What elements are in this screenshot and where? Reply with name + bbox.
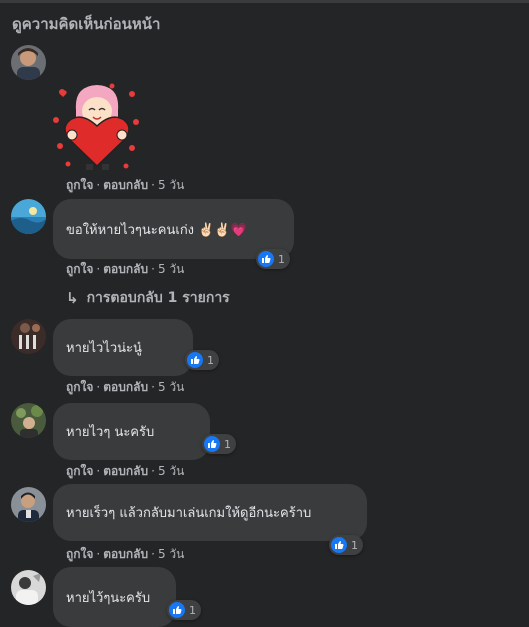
- avatar[interactable]: [11, 199, 46, 234]
- comment-text: หายไวๆ นะครับ: [66, 425, 155, 440]
- separator: ·: [96, 262, 101, 276]
- thumbs-up-icon: [187, 352, 203, 368]
- timestamp[interactable]: 5 วัน: [158, 262, 184, 276]
- like-action[interactable]: ถูกใจ: [66, 178, 93, 192]
- comment-bubble: หายไวๆ นะครับ: [53, 403, 210, 460]
- avatar[interactable]: [11, 319, 46, 354]
- thumbs-up-icon: [258, 251, 274, 267]
- reply-action[interactable]: ตอบกลับ: [103, 262, 148, 276]
- reaction-count[interactable]: 1: [202, 434, 236, 454]
- separator: ·: [151, 547, 155, 561]
- reaction-number: 1: [278, 252, 285, 266]
- reply-action[interactable]: ตอบกลับ: [103, 380, 148, 394]
- comment-text: หายไว้ๆนะครับ: [66, 590, 151, 606]
- separator: ·: [96, 464, 101, 478]
- comment-actions: ถูกใจ · ตอบกลับ · 5 วัน: [66, 545, 184, 564]
- reaction-count[interactable]: 1: [185, 350, 219, 370]
- thumbs-up-icon: [169, 602, 185, 618]
- separator: ·: [151, 464, 155, 478]
- reply-arrow-icon: ↳: [66, 289, 79, 307]
- avatar[interactable]: [11, 45, 46, 80]
- comment-text: ขอให้หายไวๆนะคนเก่ง ✌🏻✌🏻💗: [66, 222, 247, 238]
- comment-bubble: หายไว้ๆนะครับ: [53, 567, 176, 627]
- timestamp[interactable]: 5 วัน: [158, 380, 184, 394]
- comment-bubble: หายเร็วๆ แล้วกลับมาเล่นเกมให้ดูอีกนะคร้า…: [53, 484, 367, 541]
- reply-action[interactable]: ตอบกลับ: [103, 464, 148, 478]
- separator: ·: [96, 178, 101, 192]
- view-previous-comments-link[interactable]: ดูความคิดเห็นก่อนหน้า: [12, 12, 160, 36]
- comment-actions: ถูกใจ · ตอบกลับ · 5 วัน: [66, 378, 184, 397]
- avatar[interactable]: [11, 570, 46, 605]
- comment-bubble: ขอให้หายไวๆนะคนเก่ง ✌🏻✌🏻💗: [53, 199, 294, 259]
- comment-text: หายเร็วๆ แล้วกลับมาเล่นเกมให้ดูอีกนะคร้า…: [66, 506, 312, 521]
- reaction-number: 1: [351, 538, 358, 552]
- thumbs-up-icon: [204, 436, 220, 452]
- timestamp[interactable]: 5 วัน: [158, 464, 184, 478]
- separator: ·: [96, 380, 101, 394]
- timestamp[interactable]: 5 วัน: [158, 547, 184, 561]
- comment-actions: ถูกใจ · ตอบกลับ · 5 วัน: [66, 260, 184, 279]
- separator: ·: [151, 262, 155, 276]
- top-divider: [0, 0, 529, 3]
- reaction-count[interactable]: 1: [256, 249, 290, 269]
- timestamp[interactable]: 5 วัน: [158, 178, 184, 192]
- replies-label: การตอบกลับ 1 รายการ: [86, 290, 230, 306]
- thumbs-up-icon: [331, 537, 347, 553]
- like-action[interactable]: ถูกใจ: [66, 380, 93, 394]
- comment-actions: ถูกใจ · ตอบกลับ · 5 วัน: [66, 176, 184, 195]
- comment-bubble: หายไวไวน่ะนู๋: [53, 319, 193, 376]
- avatar[interactable]: [11, 403, 46, 438]
- reply-action[interactable]: ตอบกลับ: [103, 178, 148, 192]
- reply-action[interactable]: ตอบกลับ: [103, 547, 148, 561]
- comment-actions: ถูกใจ · ตอบกลับ · 5 วัน: [66, 462, 184, 481]
- reaction-number: 1: [224, 437, 231, 451]
- sticker-heart-girl: [52, 80, 142, 172]
- separator: ·: [151, 380, 155, 394]
- avatar[interactable]: [11, 487, 46, 522]
- like-action[interactable]: ถูกใจ: [66, 464, 93, 478]
- reaction-count[interactable]: 1: [329, 535, 363, 555]
- view-replies-link[interactable]: ↳ การตอบกลับ 1 รายการ: [66, 287, 230, 309]
- separator: ·: [151, 178, 155, 192]
- like-action[interactable]: ถูกใจ: [66, 262, 93, 276]
- reaction-number: 1: [189, 603, 196, 617]
- reaction-number: 1: [207, 353, 214, 367]
- comment-text: หายไวไวน่ะนู๋: [66, 341, 142, 356]
- separator: ·: [96, 547, 101, 561]
- like-action[interactable]: ถูกใจ: [66, 547, 93, 561]
- reaction-count[interactable]: 1: [167, 600, 201, 620]
